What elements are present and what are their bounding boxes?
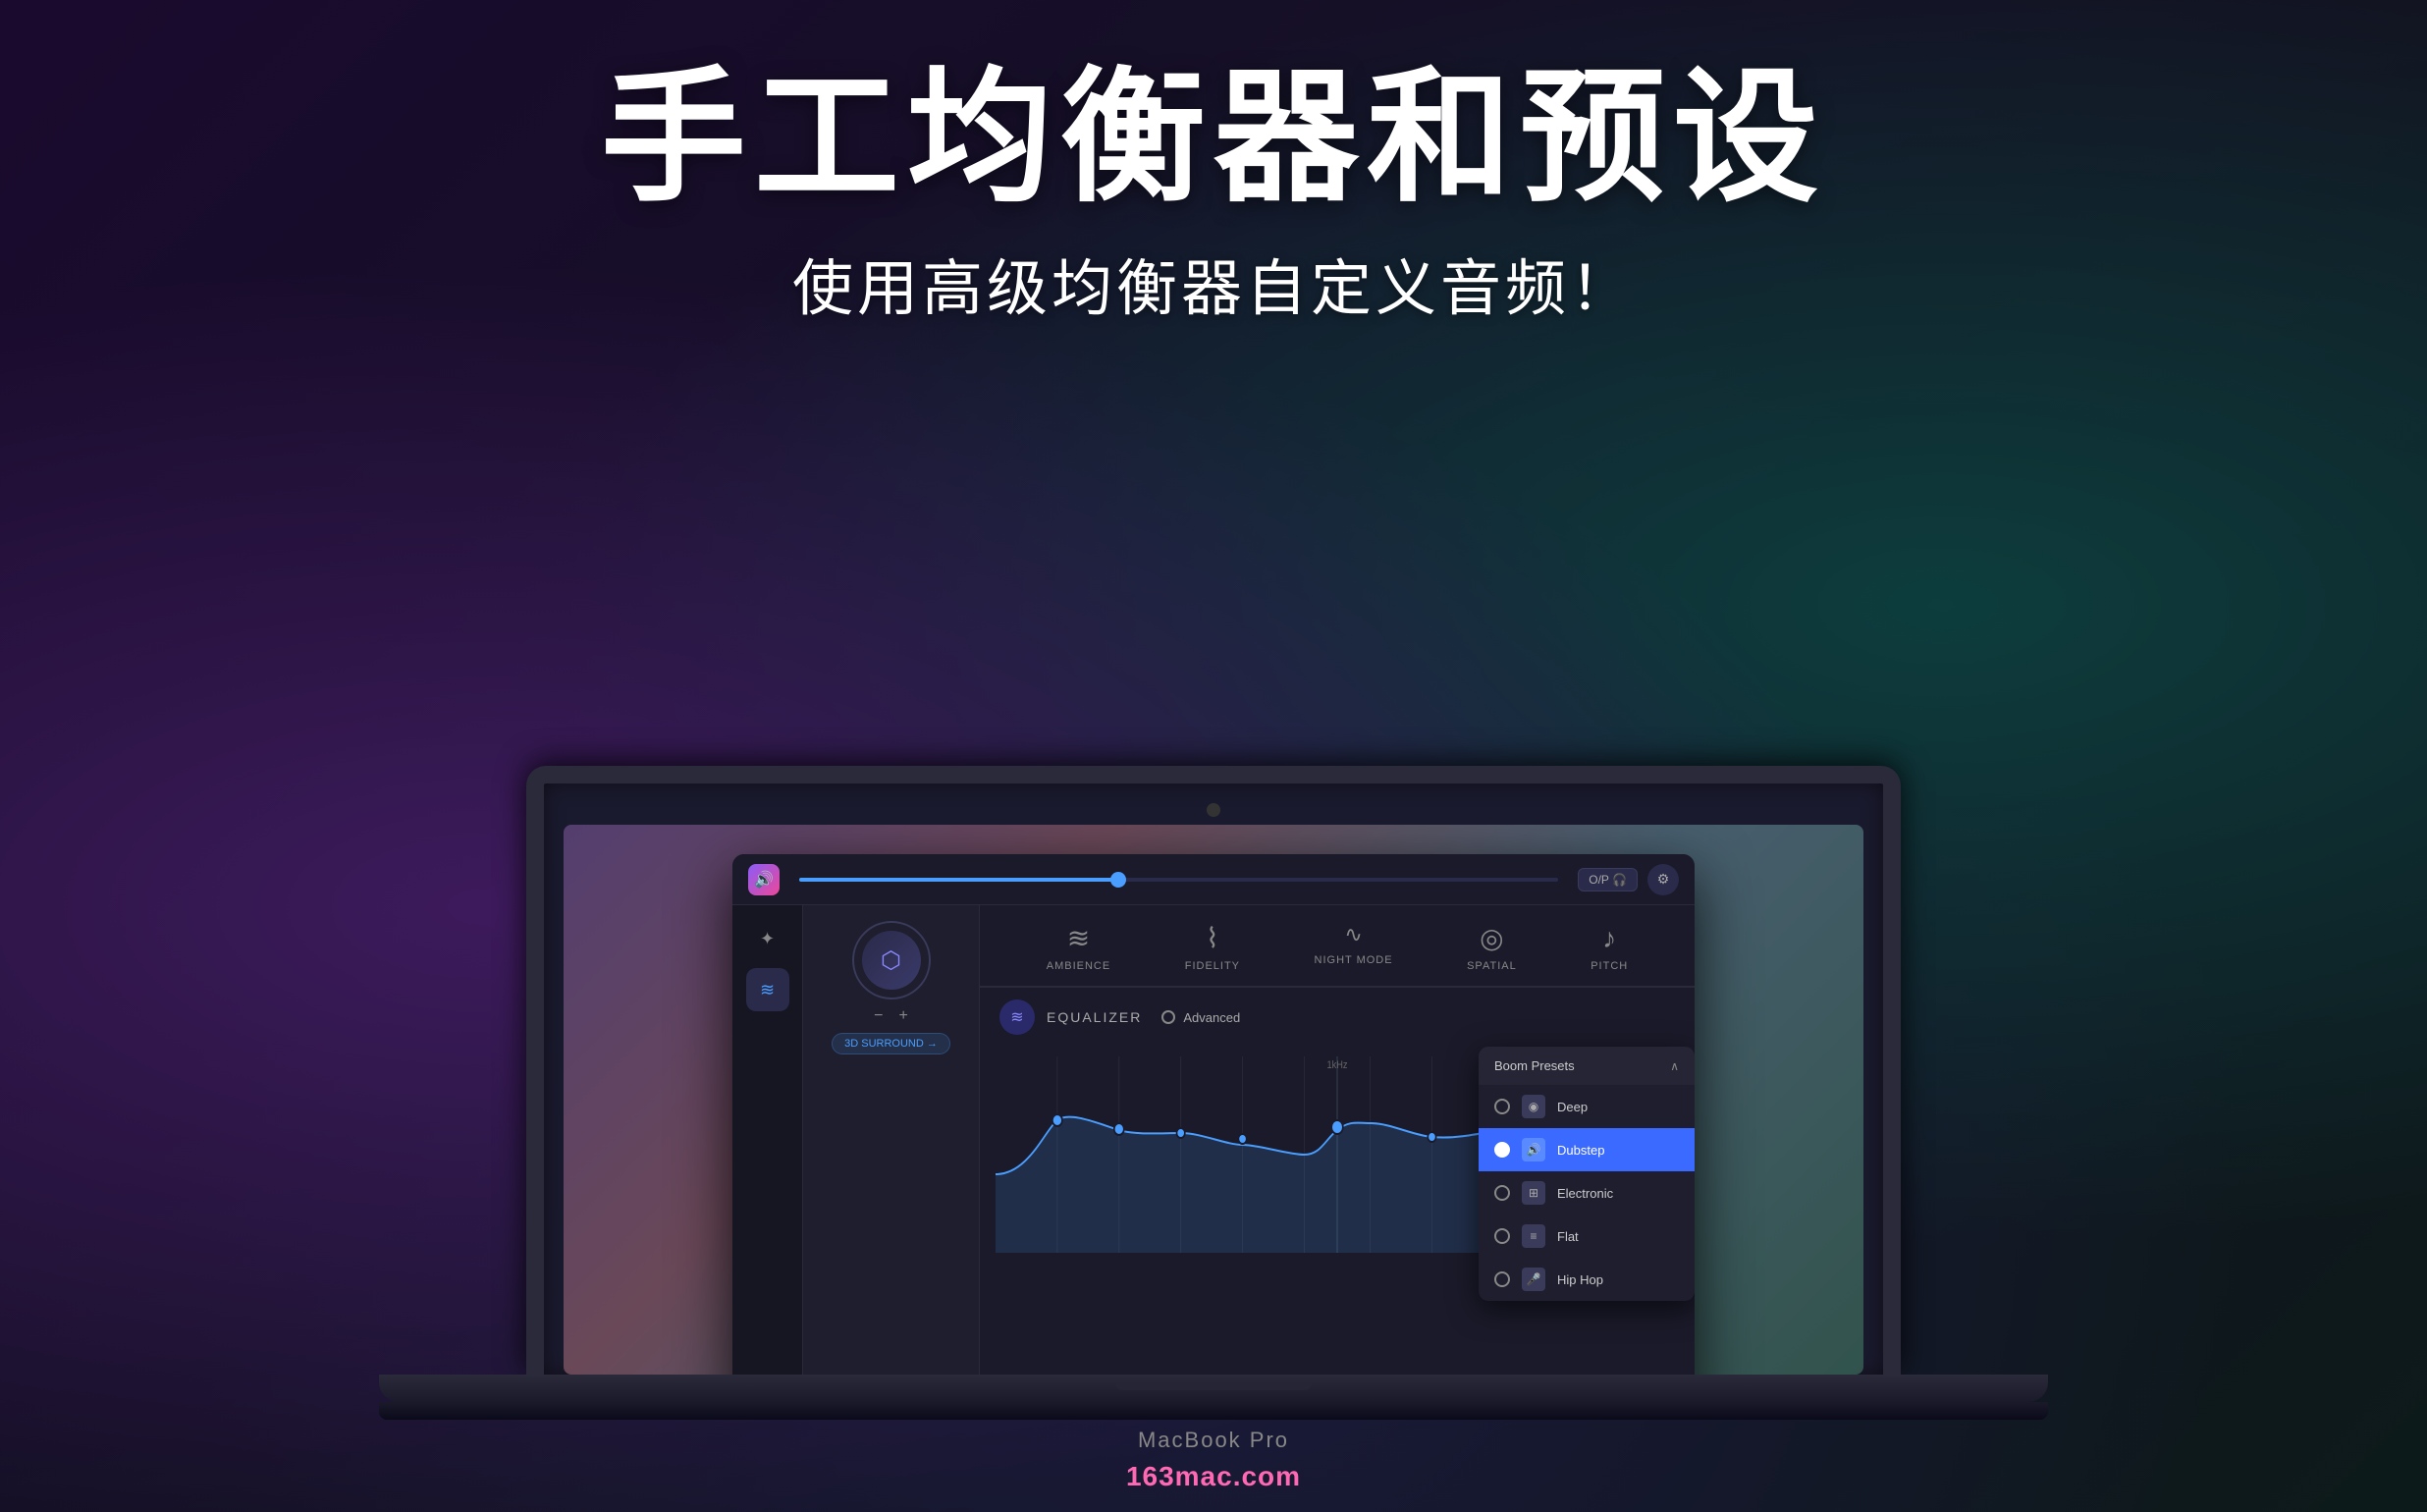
pitch-icon: ♪ (1602, 925, 1616, 952)
preset-electronic-icon: ⊞ (1522, 1181, 1545, 1205)
spatial-icon: ◎ (1480, 925, 1503, 952)
preset-dubstep[interactable]: 🔊 Dubstep (1479, 1128, 1695, 1171)
watermark: 163mac.com (1126, 1461, 1301, 1492)
macbook-label: MacBook Pro (379, 1428, 2048, 1453)
presets-title: Boom Presets (1494, 1058, 1575, 1073)
ambience-label: AMBIENCE (1047, 960, 1110, 972)
settings-button[interactable]: ⚙ (1647, 864, 1679, 895)
preset-deep[interactable]: ◉ Deep (1479, 1085, 1695, 1128)
preset-deep-name: Deep (1557, 1100, 1588, 1114)
laptop-foot (379, 1402, 2048, 1420)
surround-controls: − + (874, 1007, 908, 1025)
volume-thumb[interactable] (1110, 872, 1126, 888)
surround-icon: ⬡ (881, 946, 901, 975)
preset-hiphop-icon: 🎤 (1522, 1268, 1545, 1291)
ambience-icon: ≋ (1067, 925, 1090, 952)
main-title: 手工均衡器和预设 (0, 59, 2427, 219)
spatial-label: SPATIAL (1467, 960, 1517, 972)
effects-row: ≋ AMBIENCE ⌇ FIDELITY ∿ NIGHT MODE (980, 905, 1695, 987)
eq-section: ≋ EQUALIZER Advanced (980, 987, 1695, 1375)
night-mode-label: NIGHT MODE (1315, 954, 1393, 966)
eq-section-icon: ≋ (999, 999, 1035, 1035)
sidebar-icon-eq[interactable]: ≋ (746, 968, 789, 1011)
output-button[interactable]: O/P 🎧 (1578, 868, 1638, 891)
center-panel: ≋ AMBIENCE ⌇ FIDELITY ∿ NIGHT MODE (980, 905, 1695, 1375)
effect-night-mode[interactable]: ∿ NIGHT MODE (1315, 925, 1393, 972)
surround-button[interactable]: 3D SURROUND → (832, 1033, 950, 1054)
surround-plus[interactable]: + (899, 1007, 908, 1025)
laptop-wrapper: 🔊 O/P 🎧 ⚙ (379, 766, 2048, 1453)
surround-dial-inner: ⬡ (862, 931, 921, 990)
effect-fidelity[interactable]: ⌇ FIDELITY (1185, 925, 1240, 972)
fidelity-icon: ⌇ (1206, 925, 1219, 952)
presets-header[interactable]: Boom Presets ∧ (1479, 1047, 1695, 1085)
top-bar-right: O/P 🎧 ⚙ (1578, 864, 1679, 895)
laptop-screen: 🔊 O/P 🎧 ⚙ (526, 766, 1901, 1375)
eq-title: EQUALIZER (1047, 1009, 1142, 1025)
subtitle: 使用高级均衡器自定义音频！ (0, 239, 2427, 327)
preset-electronic-radio (1494, 1185, 1510, 1201)
top-bar: 🔊 O/P 🎧 ⚙ (732, 854, 1695, 905)
screen-content: 🔊 O/P 🎧 ⚙ (564, 825, 1863, 1375)
laptop-base (379, 1375, 2048, 1402)
settings-icon: ⚙ (1657, 871, 1670, 888)
sidebar-icon-main[interactable]: ✦ (746, 917, 789, 960)
header: 手工均衡器和预设 使用高级均衡器自定义音频！ (0, 0, 2427, 327)
advanced-radio[interactable] (1161, 1010, 1175, 1024)
app-logo: 🔊 (748, 864, 780, 895)
advanced-label: Advanced (1183, 1010, 1240, 1025)
preset-dubstep-radio (1494, 1142, 1510, 1158)
preset-flat-radio (1494, 1228, 1510, 1244)
effect-spatial[interactable]: ◎ SPATIAL (1467, 925, 1517, 972)
preset-flat[interactable]: ≡ Flat (1479, 1215, 1695, 1258)
surround-section: ⬡ − + 3D SURROUND → (803, 905, 980, 1375)
effect-ambience[interactable]: ≋ AMBIENCE (1047, 925, 1110, 972)
night-mode-icon: ∿ (1344, 925, 1362, 946)
preset-electronic-name: Electronic (1557, 1186, 1613, 1201)
volume-track[interactable] (799, 878, 1558, 882)
preset-hiphop[interactable]: 🎤 Hip Hop (1479, 1258, 1695, 1301)
preset-flat-name: Flat (1557, 1229, 1579, 1244)
app-inner: ✦ ≋ ⬡ − (732, 905, 1695, 1375)
preset-hiphop-name: Hip Hop (1557, 1272, 1603, 1287)
presets-dropdown: Boom Presets ∧ ◉ Deep (1479, 1047, 1695, 1301)
eq-icon-symbol: ≋ (1010, 1007, 1023, 1027)
preset-dubstep-icon: 🔊 (1522, 1138, 1545, 1161)
svg-text:1kHz: 1kHz (1327, 1059, 1348, 1071)
eq-advanced[interactable]: Advanced (1161, 1010, 1240, 1025)
eq-graph-area: 1kHz (980, 1047, 1695, 1269)
preset-deep-icon: ◉ (1522, 1095, 1545, 1118)
volume-fill (799, 878, 1118, 882)
left-sidebar: ✦ ≋ (732, 905, 803, 1375)
eq-header: ≋ EQUALIZER Advanced (980, 987, 1695, 1047)
pitch-label: PITCH (1591, 960, 1628, 972)
surround-dial[interactable]: ⬡ (852, 921, 931, 999)
sidebar-main-icon: ✦ (760, 929, 775, 949)
preset-flat-icon: ≡ (1522, 1224, 1545, 1248)
sidebar-eq-icon: ≋ (760, 980, 775, 1000)
preset-dubstep-name: Dubstep (1557, 1143, 1604, 1158)
laptop-camera (1207, 803, 1220, 817)
presets-chevron: ∧ (1670, 1059, 1679, 1073)
fidelity-label: FIDELITY (1185, 960, 1240, 972)
effect-pitch[interactable]: ♪ PITCH (1591, 925, 1628, 972)
preset-deep-radio (1494, 1099, 1510, 1114)
preset-electronic[interactable]: ⊞ Electronic (1479, 1171, 1695, 1215)
preset-hiphop-radio (1494, 1271, 1510, 1287)
app-logo-icon: 🔊 (754, 870, 774, 890)
app-window: 🔊 O/P 🎧 ⚙ (732, 854, 1695, 1375)
surround-minus[interactable]: − (874, 1007, 883, 1025)
volume-slider-area[interactable] (799, 878, 1558, 882)
